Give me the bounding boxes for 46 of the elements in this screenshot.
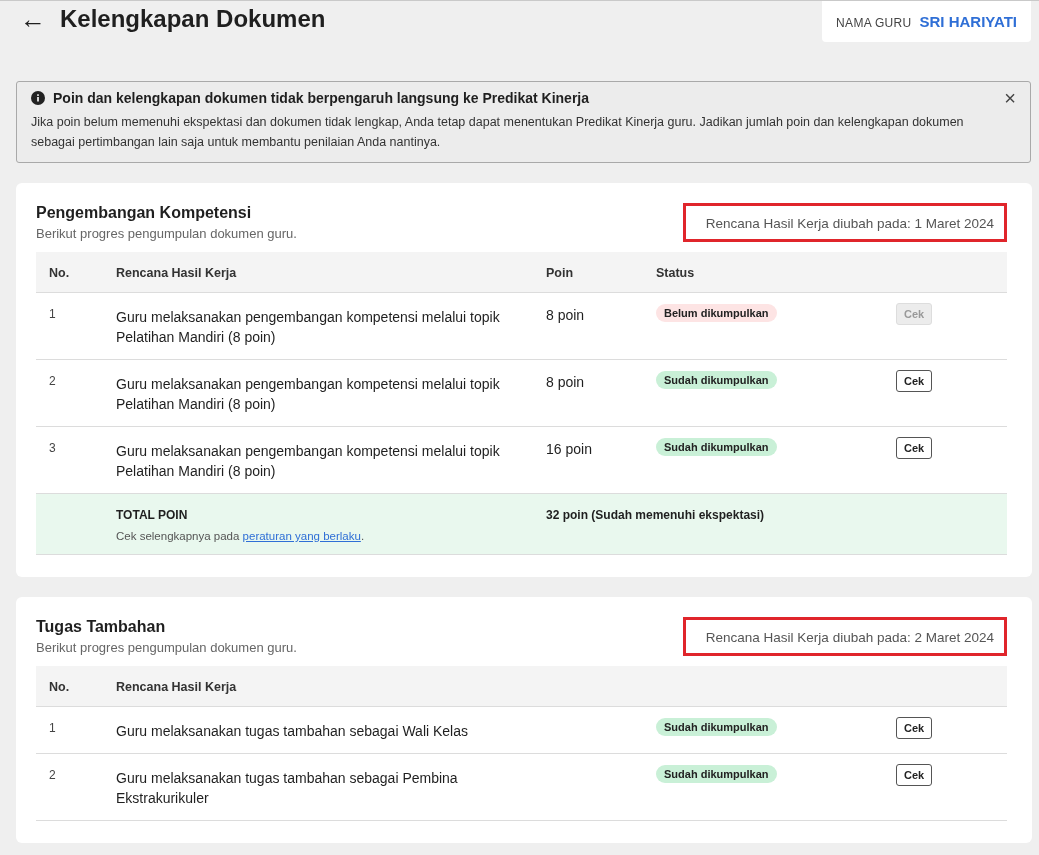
- close-button[interactable]: ×: [1004, 88, 1016, 108]
- column-header: Poin: [546, 265, 575, 282]
- table-cell-text: Guru melaksanakan pengembangan kompetensi melalui topik Pelatihan Mandiri (8 poin): [116, 442, 501, 481]
- total-note: Cek selengkapnya pada peraturan yang berlaku.: [116, 530, 366, 542]
- total-label: TOTAL POIN: [116, 508, 189, 522]
- status-badge: Sudah dikumpulkan: [656, 765, 777, 783]
- table-cell-text: Guru melaksanakan pengembangan kompetensi melalui topik Pelatihan Mandiri (8 poin): [116, 375, 501, 414]
- table-cell-text: Guru melaksanakan tugas tambahan sebagai Pembina Ekstrakurikuler: [116, 769, 459, 808]
- section-title: Pengembangan Kompetensi: [36, 204, 253, 222]
- status-badge: Belum dikumpulkan: [656, 304, 777, 322]
- banner-title: Poin dan kelengkapan dokumen tidak berpengaruh langsung ke Predikat Kinerja: [53, 90, 589, 106]
- check-button[interactable]: Cek: [896, 717, 933, 739]
- row-number: 2: [48, 373, 57, 390]
- status-badge: Sudah dikumpulkan: [656, 438, 777, 456]
- points-cell-text: 8 poin: [546, 306, 586, 325]
- total-value: 32 poin (Sudah memenuhi ekspektasi): [546, 507, 766, 524]
- points-cell-text: 16 poin: [546, 440, 593, 459]
- row-number: 1: [48, 306, 57, 323]
- section-title: Tugas Tambahan: [36, 618, 167, 636]
- points-cell-text: 8 poin: [546, 373, 586, 392]
- column-header: No.: [48, 679, 71, 696]
- table-cell-text: Guru melaksanakan pengembangan kompetensi melalui topik Pelatihan Mandiri (8 poin): [116, 308, 501, 347]
- column-header: Rencana Hasil Kerja: [116, 679, 238, 696]
- teacher-name: SRI HARIYATI: [919, 13, 1017, 30]
- status-badge: Sudah dikumpulkan: [656, 371, 777, 389]
- table-cell-text: Guru melaksanakan tugas tambahan sebagai Wali Kelas: [116, 722, 470, 741]
- check-button[interactable]: Cek: [896, 437, 933, 459]
- section-subtitle: Berikut progres pengumpulan dokumen guru.: [36, 226, 297, 241]
- back-arrow-icon[interactable]: ←: [20, 5, 46, 33]
- section-subtitle: Berikut progres pengumpulan dokumen guru.: [36, 640, 297, 655]
- column-header: Status: [656, 265, 696, 282]
- status-badge: Sudah dikumpulkan: [656, 718, 777, 736]
- row-number: 3: [48, 440, 57, 457]
- column-header: Rencana Hasil Kerja: [116, 265, 238, 282]
- column-header: No.: [48, 265, 71, 282]
- updated-date: Rencana Hasil Kerja diubah pada: 2 Maret 2024: [682, 617, 1007, 656]
- regulation-link[interactable]: peraturan yang berlaku: [242, 530, 361, 542]
- teacher-label: NAMA GURU: [836, 16, 912, 30]
- banner-text: Jika poin belum memenuhi ekspektasi dan dokumen tidak lengkap, Anda tetap dapat menentukan Predikat Kinerja guru. Jadikan jumlah poin dan kelengkapan dokumen sebagai pertimbangan lain saja untuk membantu penilaian Anda nantinya.: [31, 114, 965, 151]
- row-number: 1: [48, 720, 57, 737]
- page-title: Kelengkapan Dokumen: [60, 5, 326, 33]
- check-button[interactable]: Cek: [896, 370, 933, 392]
- row-number: 2: [48, 767, 57, 784]
- info-icon: [31, 91, 45, 105]
- updated-date: Rencana Hasil Kerja diubah pada: 1 Maret 2024: [682, 203, 1007, 242]
- check-button[interactable]: Cek: [896, 764, 933, 786]
